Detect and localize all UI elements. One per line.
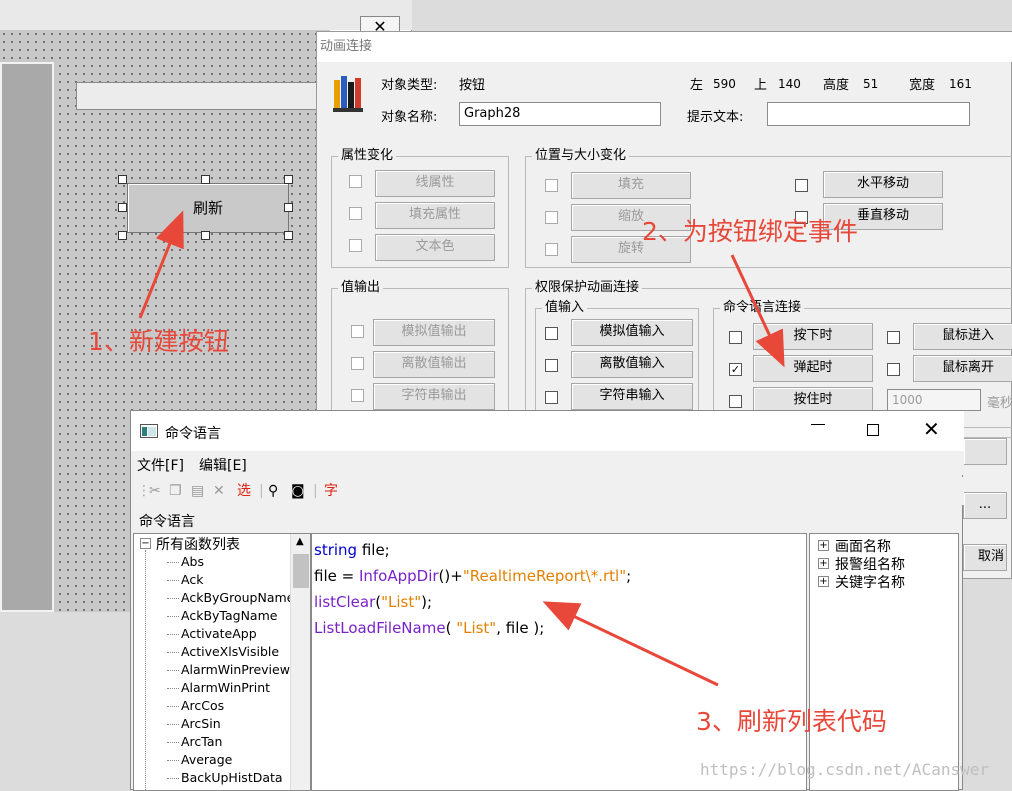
annotation-step2: 2、为按钮绑定事件 bbox=[642, 217, 858, 246]
annotation-arrows bbox=[138, 210, 785, 687]
annotation-step3: 3、刷新列表代码 bbox=[696, 707, 887, 736]
arrow-step1 bbox=[138, 210, 184, 319]
arrow-step3 bbox=[542, 601, 719, 687]
arrow-step2 bbox=[730, 254, 785, 368]
annotation-step1: 1、新建按钮 bbox=[88, 327, 229, 356]
watermark: https://blog.csdn.net/ACanswer bbox=[700, 760, 989, 779]
